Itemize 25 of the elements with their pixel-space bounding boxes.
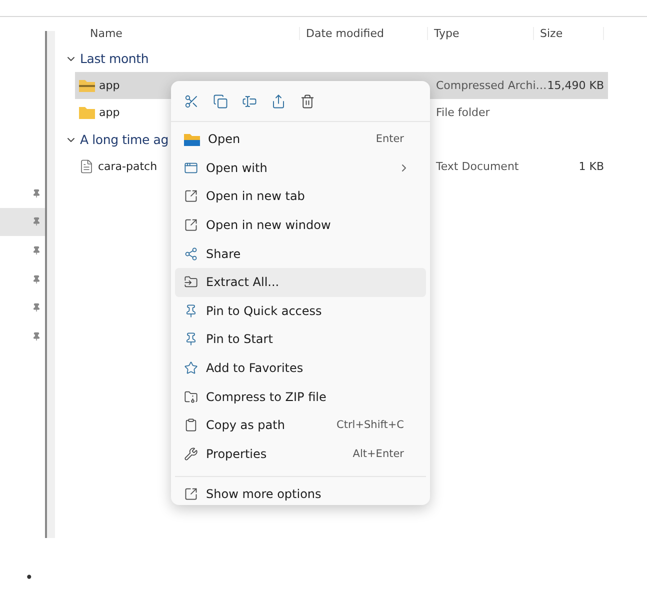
menu-item-label: Properties bbox=[206, 446, 268, 461]
shortcut-text: Enter bbox=[376, 133, 404, 146]
file-type: File folder bbox=[436, 106, 491, 119]
file-size: 1 KB bbox=[578, 160, 605, 173]
group-header: A long time ag bbox=[80, 132, 168, 147]
file-name: cara-patch bbox=[98, 160, 158, 173]
menu-item-label: Open with bbox=[206, 160, 268, 175]
shortcut-text: Alt+Enter bbox=[352, 448, 404, 460]
menu-item-label: Add to Favorites bbox=[206, 361, 304, 376]
bullet: • bbox=[25, 570, 34, 586]
menu-item-label: Open in new window bbox=[206, 218, 332, 232]
group-header: Last month bbox=[80, 51, 149, 66]
menu-item-label: Show more options bbox=[206, 487, 322, 502]
menu-item-label: Share bbox=[206, 246, 242, 261]
menu-item-label: Copy as path bbox=[206, 418, 286, 432]
menu-item-label: Pin to Quick access bbox=[206, 304, 323, 318]
menu-item-label: Extract All... bbox=[206, 275, 280, 290]
file-name: app bbox=[99, 79, 120, 92]
menu-item-label: Open in new tab bbox=[206, 189, 306, 204]
menu-item-label: Pin to Start bbox=[206, 332, 274, 346]
menu-item-label: Compress to ZIP file bbox=[206, 390, 328, 404]
menu-item-label: Open bbox=[208, 132, 242, 146]
file-name: app bbox=[99, 106, 120, 119]
shortcut-text: Ctrl+Shift+C bbox=[336, 419, 404, 432]
file-type: Text Document bbox=[436, 160, 520, 173]
